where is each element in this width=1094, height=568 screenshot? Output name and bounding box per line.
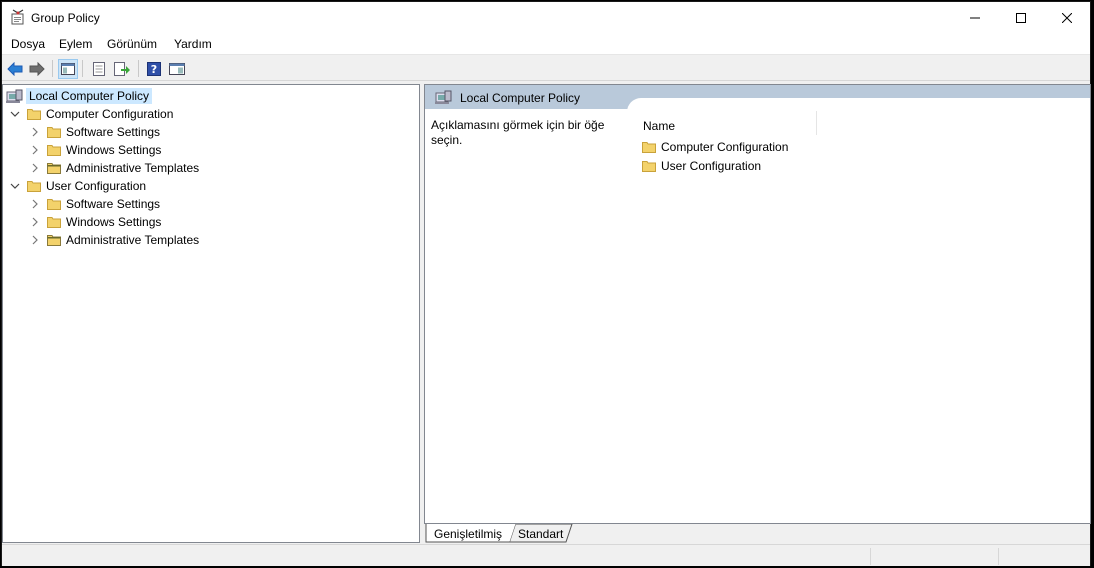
group-policy-window: Group Policy Dosya Eylem Görünüm Yardım <box>1 1 1091 566</box>
list-item-computer-configuration[interactable]: Computer Configuration <box>642 138 788 156</box>
tree-node-label: Software Settings <box>66 125 161 139</box>
tree-node-label: Computer Configuration <box>46 107 174 121</box>
result-pane[interactable]: Local Computer Policy Açıklamasını görme… <box>424 84 1091 524</box>
tree-node-software-settings[interactable]: Software Settings <box>29 123 160 141</box>
column-header-name[interactable]: Name <box>637 111 817 135</box>
menu-bar: Dosya Eylem Görünüm Yardım <box>2 33 1090 55</box>
export-list-button[interactable] <box>112 59 132 79</box>
forward-arrow-icon <box>29 62 45 76</box>
maximize-button[interactable] <box>998 2 1044 33</box>
chevron-down-icon[interactable] <box>9 180 21 192</box>
maximize-icon <box>1016 12 1026 23</box>
tree-node-label: Administrative Templates <box>66 233 200 247</box>
tree-root-label: Local Computer Policy <box>26 88 153 104</box>
policy-computer-icon <box>6 88 24 104</box>
chevron-right-icon[interactable] <box>29 162 41 174</box>
export-list-icon <box>114 62 130 76</box>
tree-node-windows-settings[interactable]: Windows Settings <box>29 213 161 231</box>
folder-icon <box>47 144 61 156</box>
toolbar-separator <box>138 60 139 77</box>
show-hide-action-pane-icon <box>169 63 185 75</box>
policy-computer-icon <box>435 89 453 105</box>
properties-button[interactable] <box>89 59 109 79</box>
minimize-button[interactable] <box>952 2 998 33</box>
list-item-label: User Configuration <box>661 159 762 173</box>
tree-node-computer-configuration[interactable]: Computer Configuration <box>9 105 173 123</box>
folder-icon <box>47 198 61 210</box>
folder-icon <box>642 160 656 172</box>
tree-node-software-settings[interactable]: Software Settings <box>29 195 160 213</box>
tree-node-label: Software Settings <box>66 197 161 211</box>
group-policy-icon <box>10 9 26 25</box>
tree-node-windows-settings[interactable]: Windows Settings <box>29 141 161 159</box>
list-item-user-configuration[interactable]: User Configuration <box>642 157 761 175</box>
tab-extended[interactable]: Genişletilmiş <box>434 524 502 543</box>
chevron-down-icon[interactable] <box>9 108 21 120</box>
tab-standard[interactable]: Standart <box>518 524 563 543</box>
toolbar-separator <box>52 60 53 77</box>
chevron-right-icon[interactable] <box>29 144 41 156</box>
title-bar[interactable]: Group Policy <box>2 2 1090 33</box>
close-icon <box>1062 12 1072 23</box>
minimize-icon <box>970 17 980 18</box>
chevron-right-icon[interactable] <box>29 216 41 228</box>
result-header-title: Local Computer Policy <box>460 91 581 105</box>
folder-icon <box>642 141 656 153</box>
tree-node-label: Windows Settings <box>66 143 162 157</box>
status-panel <box>998 548 1090 565</box>
chevron-right-icon[interactable] <box>29 198 41 210</box>
help-button[interactable]: ? <box>144 59 164 79</box>
forward-button[interactable] <box>27 59 47 79</box>
description-text: Açıklamasını görmek için bir öğe seçin. <box>431 118 605 147</box>
back-arrow-icon <box>7 62 23 76</box>
column-header-label: Name <box>643 119 676 133</box>
tree-node-label: Administrative Templates <box>66 161 200 175</box>
folder-icon <box>47 234 61 246</box>
back-button[interactable] <box>5 59 25 79</box>
console-tree[interactable]: Local Computer Policy Computer Configura… <box>2 84 420 543</box>
tree-node-user-configuration[interactable]: User Configuration <box>9 177 146 195</box>
chevron-right-icon[interactable] <box>29 234 41 246</box>
status-bar <box>2 544 1090 566</box>
tree-node-administrative-templates[interactable]: Administrative Templates <box>29 159 199 177</box>
show-hide-console-tree-icon <box>61 63 75 75</box>
folder-icon <box>47 162 61 174</box>
properties-icon <box>93 62 105 76</box>
close-button[interactable] <box>1044 2 1090 33</box>
toolbar-separator <box>82 60 83 77</box>
show-hide-console-tree-button[interactable] <box>58 59 78 79</box>
view-tabs: Genişletilmiş Standart <box>424 524 1091 543</box>
chevron-right-icon[interactable] <box>29 126 41 138</box>
status-panel <box>870 548 998 565</box>
tree-node-label: User Configuration <box>46 179 147 193</box>
folder-icon <box>27 108 41 120</box>
menu-eylem[interactable]: Eylem <box>59 37 92 51</box>
toolbar: ? <box>2 56 1090 81</box>
menu-gorunum[interactable]: Görünüm <box>107 37 157 51</box>
menu-yardim[interactable]: Yardım <box>174 37 212 51</box>
folder-icon <box>47 216 61 228</box>
tree-node-administrative-templates[interactable]: Administrative Templates <box>29 231 199 249</box>
svg-text:?: ? <box>151 63 157 76</box>
show-hide-action-pane-button[interactable] <box>167 59 187 79</box>
folder-icon <box>47 126 61 138</box>
tree-root[interactable]: Local Computer Policy <box>6 87 153 105</box>
menu-dosya[interactable]: Dosya <box>11 37 45 51</box>
tree-node-label: Windows Settings <box>66 215 162 229</box>
folder-icon <box>27 180 41 192</box>
list-item-label: Computer Configuration <box>661 140 789 154</box>
window-title: Group Policy <box>31 11 100 25</box>
help-icon: ? <box>147 62 161 76</box>
